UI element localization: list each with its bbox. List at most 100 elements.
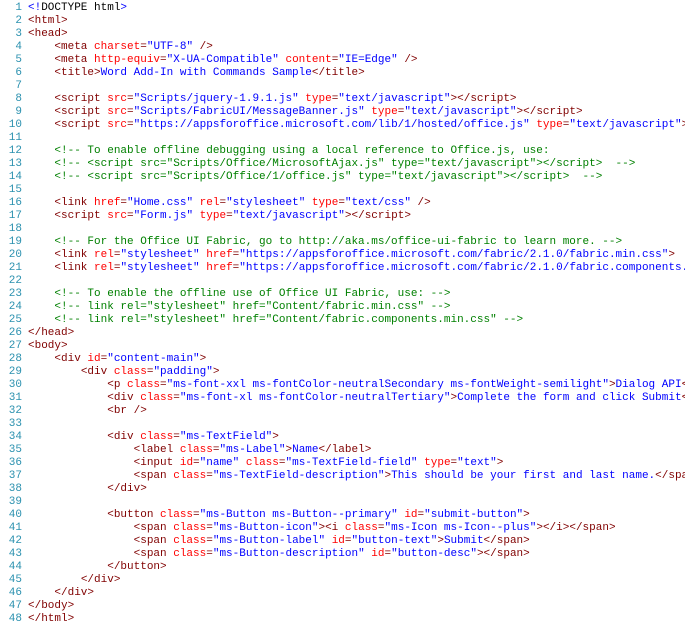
code-line[interactable]: <!-- For the Office UI Fabric, go to htt… — [28, 236, 685, 249]
code-line[interactable]: <!-- <script src="Scripts/Office/Microso… — [28, 158, 685, 171]
token: <span — [134, 548, 174, 560]
line-number: 42 — [4, 535, 22, 548]
code-line[interactable]: <link href="Home.css" rel="stylesheet" t… — [28, 197, 685, 210]
token: "IE=Edge" — [338, 54, 397, 66]
token: rel — [94, 249, 114, 261]
code-area[interactable]: <!DOCTYPE html><html><head> <meta charse… — [28, 0, 685, 628]
token: /> — [398, 54, 418, 66]
code-line[interactable]: <button class="ms-Button ms-Button--prim… — [28, 509, 685, 522]
code-line[interactable]: <!-- To enable offline debugging using a… — [28, 145, 685, 158]
line-number: 22 — [4, 275, 22, 288]
code-line[interactable]: <div class="ms-TextField"> — [28, 431, 685, 444]
code-line[interactable]: <div class="padding"> — [28, 366, 685, 379]
code-line[interactable]: <span class="ms-Button-label" id="button… — [28, 535, 685, 548]
code-line[interactable]: <label class="ms-Label">Name</label> — [28, 444, 685, 457]
code-line[interactable]: <script src="https://appsforoffice.micro… — [28, 119, 685, 132]
line-number: 10 — [4, 119, 22, 132]
code-line[interactable]: <span class="ms-TextField-description">T… — [28, 470, 685, 483]
line-number: 18 — [4, 223, 22, 236]
token: rel — [200, 197, 220, 209]
token: class — [160, 509, 193, 521]
code-line[interactable] — [28, 496, 685, 509]
code-line[interactable]: <span class="ms-Button-icon"><i class="m… — [28, 522, 685, 535]
token: = — [160, 54, 167, 66]
token: "X-UA-Compatible" — [167, 54, 279, 66]
token: class — [173, 535, 206, 547]
token: id — [404, 509, 417, 521]
token: "text/javascript" — [569, 119, 681, 131]
line-number: 26 — [4, 327, 22, 340]
code-line[interactable]: <br /> — [28, 405, 685, 418]
code-line[interactable]: <meta charset="UTF-8" /> — [28, 41, 685, 54]
token: "https://appsforoffice.microsoft.com/fab… — [239, 262, 685, 274]
token: ></span> — [477, 548, 530, 560]
code-line[interactable] — [28, 275, 685, 288]
token: <div — [107, 431, 140, 443]
token: <script — [54, 106, 107, 118]
token: = — [226, 210, 233, 222]
code-line[interactable]: </button> — [28, 561, 685, 574]
token: <title> — [54, 67, 100, 79]
token: "submit-button" — [424, 509, 523, 521]
token: content — [285, 54, 331, 66]
token: class — [246, 457, 279, 469]
code-line[interactable]: <!-- <script src="Scripts/Office/1/offic… — [28, 171, 685, 184]
code-line[interactable]: <p class="ms-font-xxl ms-fontColor-neutr… — [28, 379, 685, 392]
token: "ms-Button-label" — [213, 535, 325, 547]
token: class — [173, 470, 206, 482]
code-line[interactable]: <script src="Scripts/jquery-1.9.1.js" ty… — [28, 93, 685, 106]
code-line[interactable]: <link rel="stylesheet" href="https://app… — [28, 262, 685, 275]
code-line[interactable] — [28, 418, 685, 431]
code-line[interactable]: <script src="Form.js" type="text/javascr… — [28, 210, 685, 223]
token: = — [127, 93, 134, 105]
token: <!-- link rel="stylesheet" href="Content… — [54, 301, 450, 313]
token: = — [140, 41, 147, 53]
code-line[interactable]: <!-- link rel="stylesheet" href="Content… — [28, 301, 685, 314]
token: <meta — [54, 41, 94, 53]
line-number: 31 — [4, 392, 22, 405]
token: This should be your first and last name. — [391, 470, 655, 482]
code-line[interactable]: <head> — [28, 28, 685, 41]
token: "ms-Label" — [219, 444, 285, 456]
code-line[interactable]: </head> — [28, 327, 685, 340]
token: </button> — [107, 561, 166, 573]
code-line[interactable]: </div> — [28, 574, 685, 587]
line-number: 34 — [4, 431, 22, 444]
code-line[interactable] — [28, 184, 685, 197]
token: </title> — [312, 67, 365, 79]
token: "padding" — [153, 366, 212, 378]
token: > — [609, 379, 616, 391]
token: <body> — [28, 340, 68, 352]
token: > — [120, 2, 127, 14]
token: <input — [134, 457, 180, 469]
code-line[interactable]: <link rel="stylesheet" href="https://app… — [28, 249, 685, 262]
code-line[interactable]: <span class="ms-Button-description" id="… — [28, 548, 685, 561]
code-line[interactable]: </div> — [28, 483, 685, 496]
code-line[interactable]: <script src="Scripts/FabricUI/MessageBan… — [28, 106, 685, 119]
line-number: 14 — [4, 171, 22, 184]
code-line[interactable]: <div id="content-main"> — [28, 353, 685, 366]
code-line[interactable]: <div class="ms-font-xl ms-fontColor-neut… — [28, 392, 685, 405]
code-line[interactable]: <!-- link rel="stylesheet" href="Content… — [28, 314, 685, 327]
code-editor[interactable]: 1234567891011121314151617181920212223242… — [0, 0, 685, 628]
code-line[interactable]: </body> — [28, 600, 685, 613]
token: = — [127, 210, 134, 222]
code-line[interactable]: <!DOCTYPE html> — [28, 2, 685, 15]
code-line[interactable] — [28, 80, 685, 93]
token: href — [206, 262, 232, 274]
code-line[interactable]: <input id="name" class="ms-TextField-fie… — [28, 457, 685, 470]
code-line[interactable] — [28, 223, 685, 236]
token: = — [206, 535, 213, 547]
token: "text" — [457, 457, 497, 469]
code-line[interactable]: <title>Word Add-In with Commands Sample<… — [28, 67, 685, 80]
code-line[interactable]: <!-- To enable the offline use of Office… — [28, 288, 685, 301]
token: id — [180, 457, 193, 469]
code-line[interactable]: <html> — [28, 15, 685, 28]
code-line[interactable] — [28, 132, 685, 145]
token: ></script> — [517, 106, 583, 118]
code-line[interactable]: </html> — [28, 613, 685, 626]
code-line[interactable]: <meta http-equiv="X-UA-Compatible" conte… — [28, 54, 685, 67]
code-line[interactable]: <body> — [28, 340, 685, 353]
code-line[interactable]: </div> — [28, 587, 685, 600]
token: > — [668, 249, 675, 261]
